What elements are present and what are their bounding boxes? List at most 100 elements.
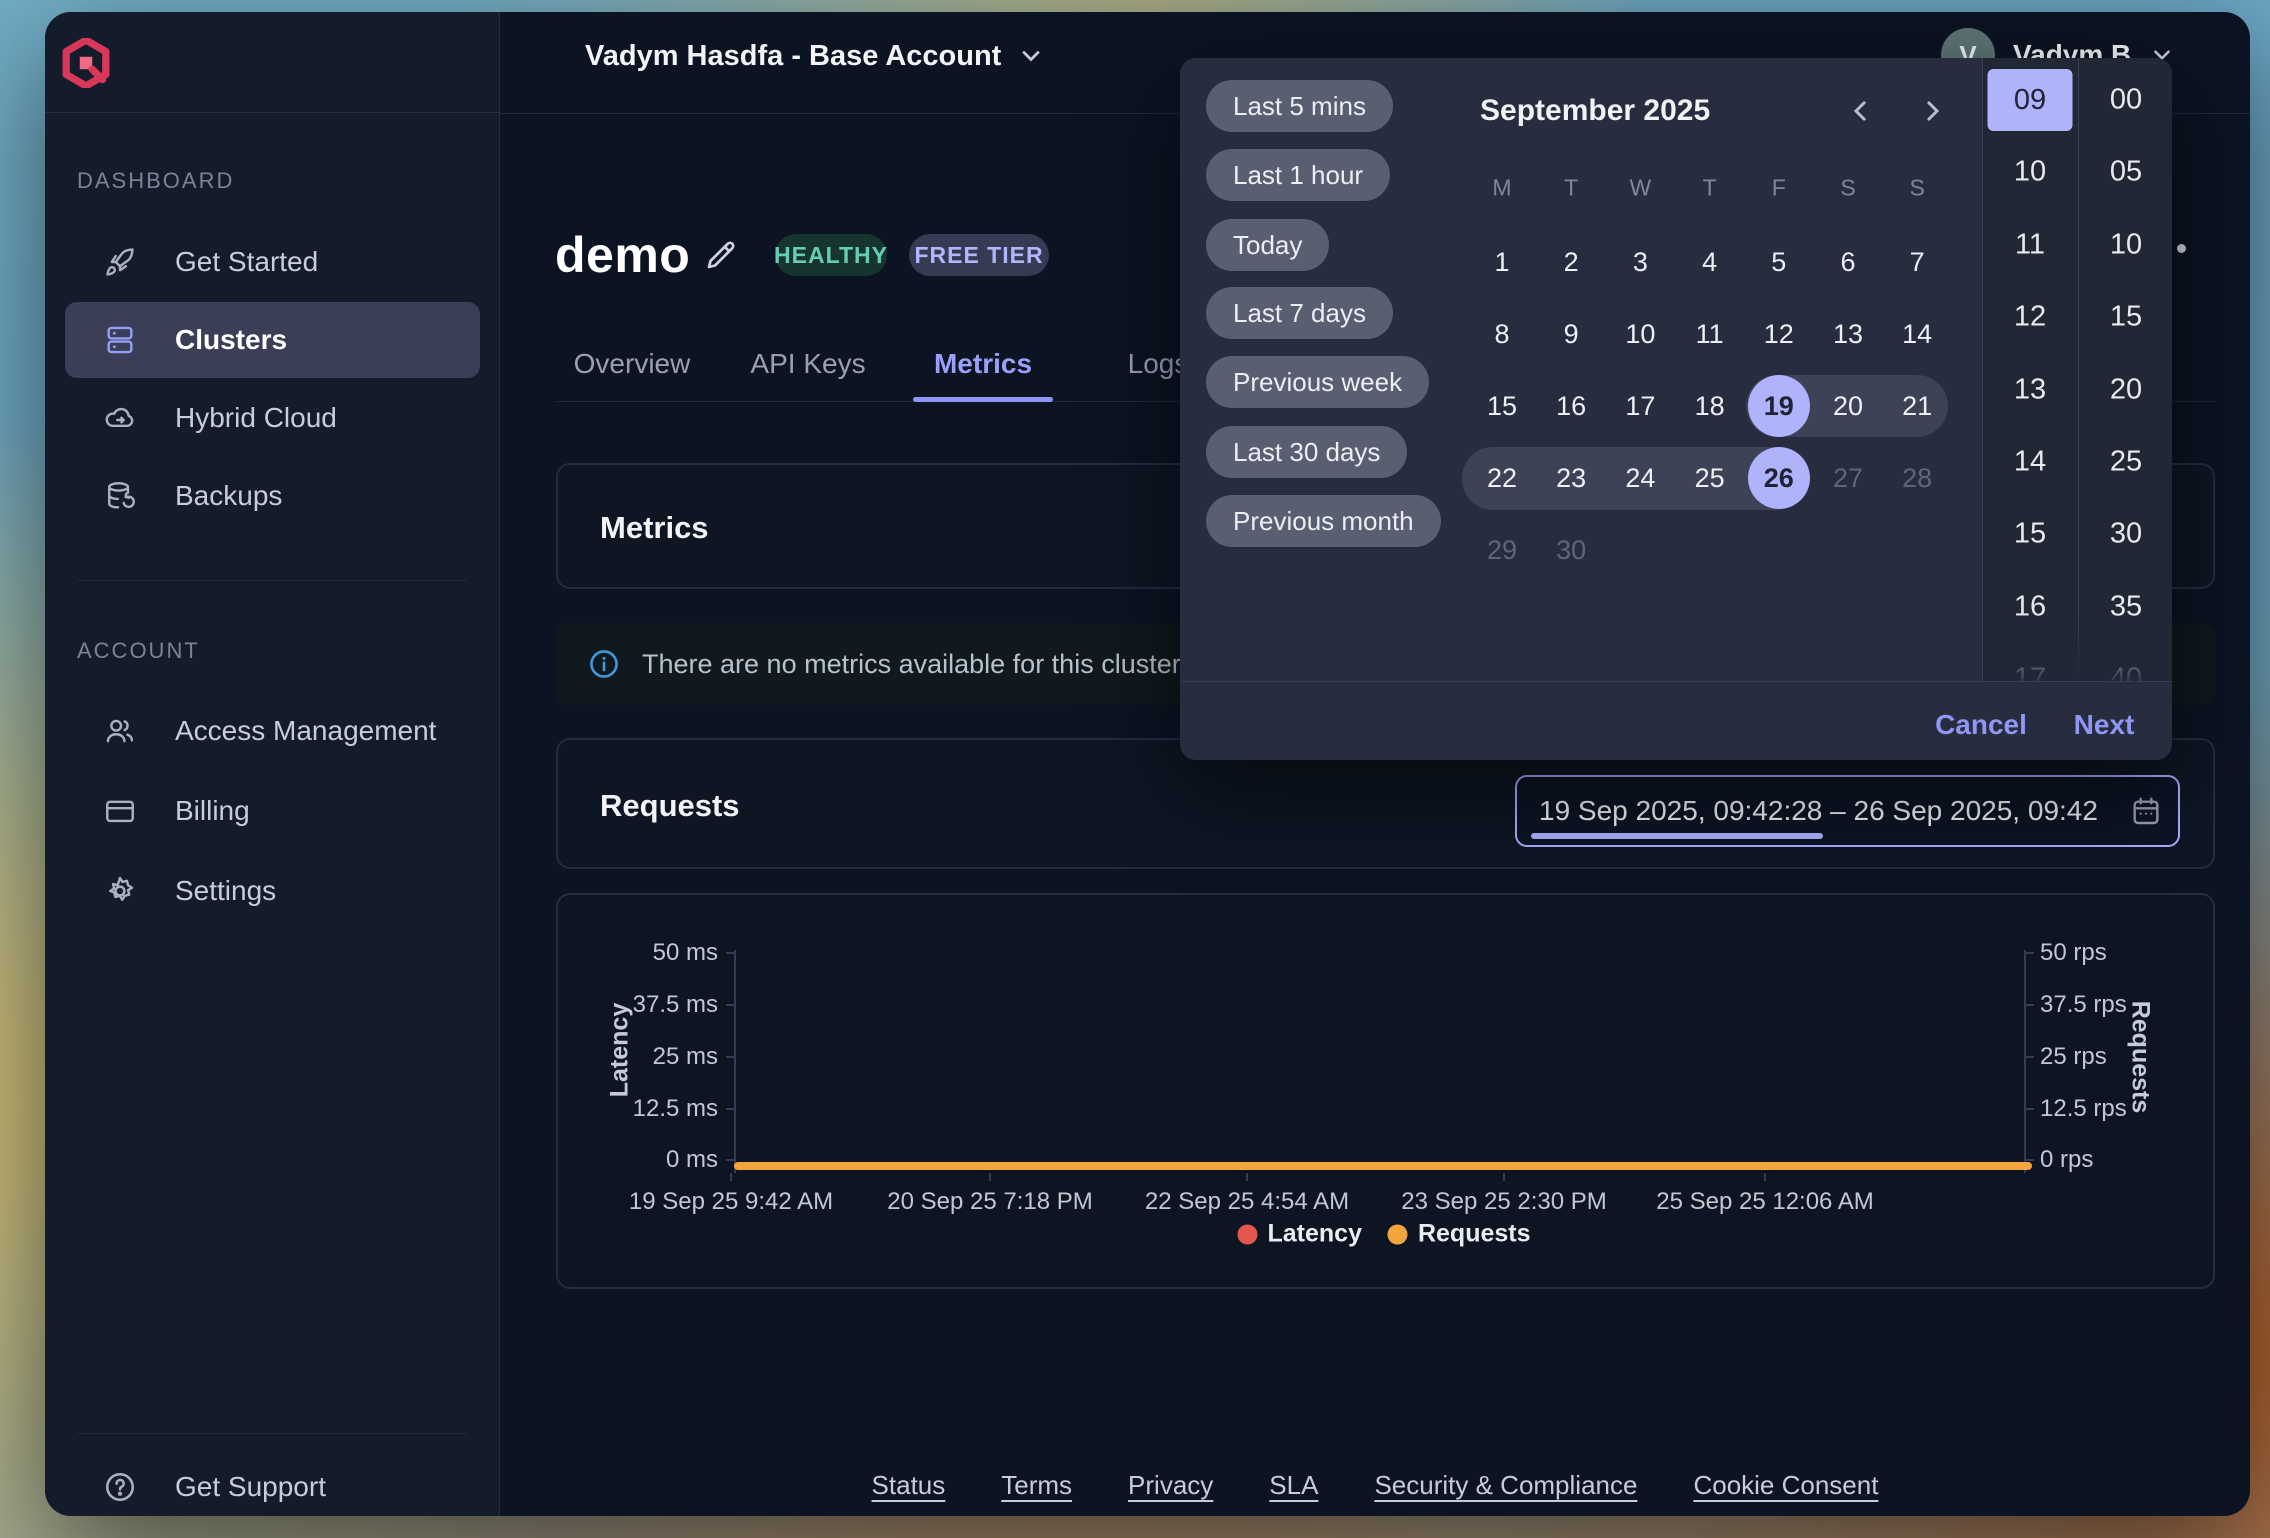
sidebar-item-clusters[interactable]: Clusters — [65, 302, 480, 378]
footer-link-cookie-consent[interactable]: Cookie Consent — [1693, 1470, 1878, 1501]
calendar-day[interactable]: 15 — [1471, 375, 1533, 437]
minute-option[interactable]: 35 — [2110, 590, 2142, 623]
calendar-day[interactable]: 17 — [1609, 375, 1671, 437]
calendar-day[interactable]: 16 — [1540, 375, 1602, 437]
calendar-day[interactable]: 27 — [1817, 447, 1879, 509]
quick-range-last-30-days[interactable]: Last 30 days — [1206, 426, 1407, 478]
left-tick — [726, 1108, 734, 1110]
quick-range-previous-week[interactable]: Previous week — [1206, 356, 1429, 408]
hour-option[interactable]: 13 — [2014, 373, 2046, 406]
sidebar-item-label: Clusters — [175, 324, 287, 356]
calendar-day[interactable]: 13 — [1817, 303, 1879, 365]
calendar-day[interactable]: 1 — [1471, 231, 1533, 293]
calendar-day[interactable]: 22 — [1471, 447, 1533, 509]
hour-option[interactable]: 15 — [2014, 518, 2046, 551]
minute-option[interactable]: 30 — [2110, 518, 2142, 551]
calendar-day[interactable]: 2 — [1540, 231, 1602, 293]
calendar-day[interactable]: 19 — [1748, 375, 1810, 437]
next-button[interactable]: Next — [2074, 709, 2135, 741]
hour-option[interactable]: 09 — [1988, 69, 2073, 131]
calendar-day[interactable]: 28 — [1886, 447, 1948, 509]
calendar-day[interactable]: 7 — [1886, 231, 1948, 293]
sidebar-item-hybrid-cloud[interactable]: Hybrid Cloud — [65, 380, 480, 456]
hour-option[interactable]: 14 — [2014, 446, 2046, 479]
quick-range-last-1-hour[interactable]: Last 1 hour — [1206, 149, 1390, 201]
more-menu-icon[interactable] — [2177, 244, 2186, 253]
quick-range-last-5-mins[interactable]: Last 5 mins — [1206, 80, 1393, 132]
calendar-day[interactable]: 26 — [1748, 447, 1810, 509]
sidebar-item-get-support[interactable]: Get Support — [65, 1449, 480, 1525]
footer-link-terms[interactable]: Terms — [1001, 1470, 1072, 1501]
metrics-card-title: Metrics — [600, 510, 709, 546]
x-axis-label: 22 Sep 25 4:54 AM — [1145, 1188, 1349, 1216]
tab-overview[interactable]: Overview — [574, 348, 691, 380]
x-tick — [989, 1173, 991, 1181]
calendar-day[interactable]: 25 — [1679, 447, 1741, 509]
calendar-day[interactable]: 21 — [1886, 375, 1948, 437]
account-switcher[interactable]: Vadym Hasdfa - Base Account — [585, 38, 1045, 74]
sidebar-item-access-management[interactable]: Access Management — [65, 693, 480, 769]
date-range-input[interactable]: 19 Sep 2025, 09:42:28 – 26 Sep 2025, 09:… — [1515, 775, 2180, 847]
footer-link-sla[interactable]: SLA — [1269, 1470, 1318, 1501]
quick-range-previous-month[interactable]: Previous month — [1206, 495, 1441, 547]
backups-icon — [103, 479, 137, 513]
right-tick — [2026, 1004, 2034, 1006]
quick-range-today[interactable]: Today — [1206, 219, 1329, 271]
cancel-button[interactable]: Cancel — [1935, 709, 2027, 741]
sidebar-item-label: Hybrid Cloud — [175, 402, 337, 434]
hour-option[interactable]: 16 — [2014, 590, 2046, 623]
minute-option[interactable]: 25 — [2110, 446, 2142, 479]
calendar-day[interactable]: 11 — [1679, 303, 1741, 365]
calendar-day[interactable]: 29 — [1471, 519, 1533, 581]
hour-option[interactable]: 11 — [2015, 228, 2045, 261]
calendar-day[interactable]: 24 — [1609, 447, 1671, 509]
calendar-day[interactable]: 8 — [1471, 303, 1533, 365]
edit-pencil-icon[interactable] — [703, 237, 739, 273]
minute-option[interactable]: 00 — [2110, 84, 2142, 117]
minute-option[interactable]: 20 — [2110, 373, 2142, 406]
calendar-day[interactable]: 18 — [1679, 375, 1741, 437]
calendar-day[interactable]: 20 — [1817, 375, 1879, 437]
questdb-logo-icon[interactable] — [61, 38, 111, 88]
minute-option[interactable]: 10 — [2110, 228, 2142, 261]
minute-option[interactable]: 15 — [2110, 301, 2142, 334]
hour-option[interactable]: 17 — [2014, 663, 2046, 682]
weekday-label: F — [1772, 175, 1786, 202]
info-icon — [588, 648, 620, 680]
hour-option[interactable]: 12 — [2014, 301, 2046, 334]
sidebar-item-billing[interactable]: Billing — [65, 773, 480, 849]
minute-option[interactable]: 40 — [2110, 663, 2142, 682]
time-panel: 09 10 11 12 13 14 15 16 17 00 05 10 15 20 25 30 35 40 — [1982, 58, 2172, 682]
sidebar-item-backups[interactable]: Backups — [65, 458, 480, 534]
x-axis-label: 19 Sep 25 9:42 AM — [629, 1188, 833, 1216]
calendar-day[interactable]: 5 — [1748, 231, 1810, 293]
footer-link-privacy[interactable]: Privacy — [1128, 1470, 1213, 1501]
calendar-day[interactable]: 30 — [1540, 519, 1602, 581]
sidebar-item-get-started[interactable]: Get Started — [65, 224, 480, 300]
datepicker-popup: Last 5 mins Last 1 hour Today Last 7 days Pr… — [1180, 58, 2172, 760]
footer-link-status[interactable]: Status — [872, 1470, 946, 1501]
tier-badge: FREE TIER — [909, 234, 1049, 276]
sidebar-item-settings[interactable]: Settings — [65, 853, 480, 929]
left-tick — [726, 952, 734, 954]
calendar-day[interactable]: 3 — [1609, 231, 1671, 293]
prev-month-icon[interactable] — [1846, 96, 1876, 126]
calendar-day[interactable]: 10 — [1609, 303, 1671, 365]
calendar-day[interactable]: 23 — [1540, 447, 1602, 509]
calendar-day[interactable]: 9 — [1540, 303, 1602, 365]
sidebar-item-label: Get Support — [175, 1471, 326, 1503]
calendar-day[interactable]: 4 — [1679, 231, 1741, 293]
left-tick-label: 25 ms — [653, 1043, 718, 1071]
calendar-day[interactable]: 14 — [1886, 303, 1948, 365]
rocket-icon — [103, 245, 137, 279]
minute-option[interactable]: 05 — [2110, 156, 2142, 189]
footer-link-security-compliance[interactable]: Security & Compliance — [1374, 1470, 1637, 1501]
tab-metrics[interactable]: Metrics — [934, 348, 1032, 380]
hour-option[interactable]: 10 — [2014, 156, 2046, 189]
right-tick-label: 50 rps — [2040, 939, 2107, 967]
next-month-icon[interactable] — [1917, 96, 1947, 126]
tab-api-keys[interactable]: API Keys — [750, 348, 865, 380]
calendar-day[interactable]: 12 — [1748, 303, 1810, 365]
calendar-day[interactable]: 6 — [1817, 231, 1879, 293]
quick-range-last-7-days[interactable]: Last 7 days — [1206, 287, 1393, 339]
